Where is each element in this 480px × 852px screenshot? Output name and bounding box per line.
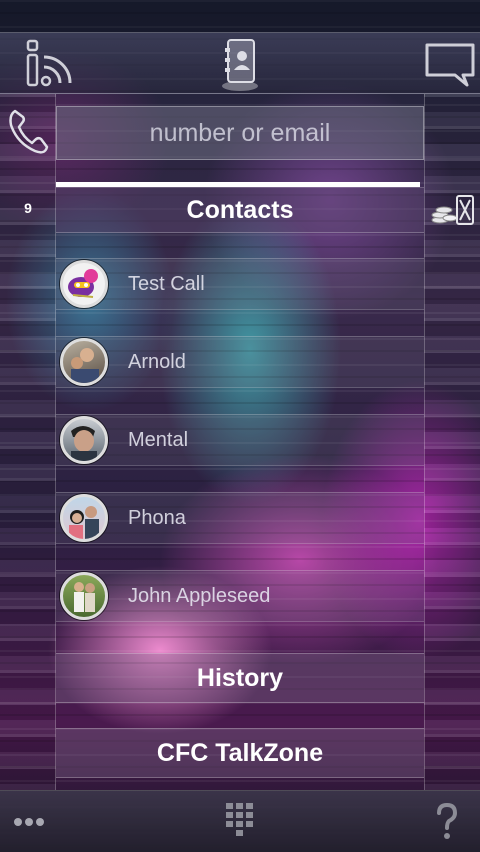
help-icon[interactable] <box>424 791 470 852</box>
contact-row-arnold[interactable]: Arnold <box>56 336 424 388</box>
more-dots-icon[interactable] <box>6 791 52 852</box>
contact-name: Mental <box>128 428 189 451</box>
coins-chat-icon[interactable] <box>426 188 480 232</box>
talkzone-button[interactable]: CFC TalkZone <box>56 728 424 778</box>
contact-count-badge: 9 <box>24 200 32 216</box>
contact-avatar <box>60 260 108 308</box>
history-button[interactable]: History <box>56 653 424 703</box>
app-screen: 9 Contacts Test Call <box>0 0 480 852</box>
contacts-header[interactable]: Contacts <box>56 187 424 233</box>
search-input[interactable] <box>57 107 423 159</box>
contact-avatar <box>60 338 108 386</box>
contact-row-john-appleseed[interactable]: John Appleseed <box>56 570 424 622</box>
contact-name: Test Call <box>128 272 205 295</box>
contact-name: John Appleseed <box>128 584 271 607</box>
message-bubble-icon[interactable] <box>420 39 480 89</box>
top-toolbar <box>0 32 480 94</box>
contact-avatar <box>60 572 108 620</box>
status-bar <box>0 0 480 32</box>
contact-row-test-call[interactable]: Test Call <box>56 258 424 310</box>
keypad-icon[interactable] <box>216 791 264 852</box>
info-feed-icon[interactable] <box>20 39 80 89</box>
contact-row-mental[interactable]: Mental <box>56 414 424 466</box>
phone-handset-icon[interactable] <box>0 100 56 162</box>
bottom-toolbar <box>0 790 480 852</box>
contacts-book-icon[interactable] <box>210 39 270 91</box>
contact-row-phona[interactable]: Phona <box>56 492 424 544</box>
search-bar <box>56 106 424 160</box>
contact-name: Phona <box>128 506 186 529</box>
contact-avatar <box>60 416 108 464</box>
contact-avatar <box>60 494 108 542</box>
contact-name: Arnold <box>128 350 186 373</box>
